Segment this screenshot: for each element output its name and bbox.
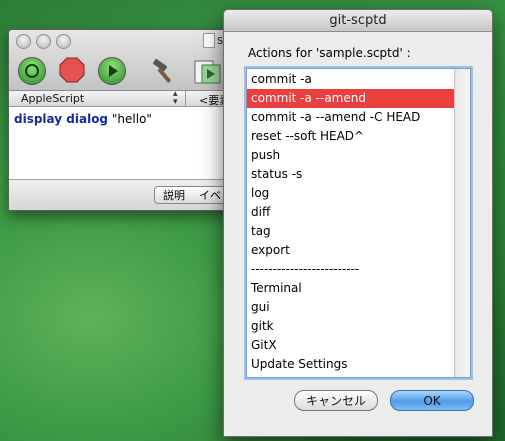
script-text-area[interactable]: display dialog "hello"	[14, 112, 152, 126]
dialog-title: git-scptd	[224, 10, 492, 32]
list-item[interactable]: Update Settings	[247, 355, 454, 374]
stop-icon	[59, 57, 85, 83]
language-popup[interactable]: AppleScript	[21, 92, 84, 105]
list-item[interactable]: status -s	[247, 165, 454, 184]
list-item[interactable]: commit -a --amend -C HEAD	[247, 108, 454, 127]
compile-hammer-icon[interactable]	[150, 57, 178, 85]
play-icon	[109, 65, 118, 77]
script-editor-window: s AppleScript ▴ ▾ <要素 display dialog "hel…	[8, 29, 250, 211]
run-button[interactable]	[98, 57, 126, 85]
minimize-window-button[interactable]	[36, 34, 51, 49]
stop-button[interactable]	[59, 57, 85, 83]
tab-description[interactable]: 説明	[154, 186, 194, 204]
list-item[interactable]: push	[247, 146, 454, 165]
list-item[interactable]: log	[247, 184, 454, 203]
list-separator[interactable]: -------------------------	[247, 260, 454, 279]
list-item-selected[interactable]: commit -a --amend	[247, 89, 454, 108]
list-item[interactable]: export	[247, 241, 454, 260]
editor-toolbar: s	[9, 30, 249, 91]
cancel-button[interactable]: キャンセル	[294, 390, 378, 411]
list-item[interactable]: reset --soft HEAD^	[247, 127, 454, 146]
list-scrollbar[interactable]	[454, 69, 470, 377]
list-item[interactable]: commit -a	[247, 70, 454, 89]
actions-list[interactable]: commit -a commit -a --amend commit -a --…	[246, 68, 471, 378]
editor-bottom-bar: 説明 イベ	[9, 179, 249, 210]
zoom-window-button[interactable]	[56, 34, 71, 49]
record-icon	[25, 64, 39, 78]
document-icon	[203, 33, 215, 48]
code-keyword: display dialog	[14, 112, 109, 126]
bundle-contents-icon[interactable]	[193, 57, 223, 85]
dialog-prompt: Actions for 'sample.scptd' :	[248, 46, 411, 60]
navbar-divider	[185, 91, 186, 106]
choose-from-list-dialog: git-scptd Actions for 'sample.scptd' : c…	[223, 9, 493, 437]
list-item[interactable]: GitX	[247, 336, 454, 355]
list-item[interactable]: gui	[247, 298, 454, 317]
list-item[interactable]: Terminal	[247, 279, 454, 298]
list-item[interactable]: diff	[247, 203, 454, 222]
record-button[interactable]	[18, 57, 46, 85]
list-item[interactable]: tag	[247, 222, 454, 241]
popup-arrows-icon: ▴ ▾	[173, 89, 178, 107]
code-string: "hello"	[111, 112, 152, 126]
navigation-bar: AppleScript ▴ ▾ <要素	[9, 89, 249, 107]
ok-button[interactable]: OK	[390, 390, 474, 411]
list-item[interactable]: gitk	[247, 317, 454, 336]
close-window-button[interactable]	[16, 34, 31, 49]
